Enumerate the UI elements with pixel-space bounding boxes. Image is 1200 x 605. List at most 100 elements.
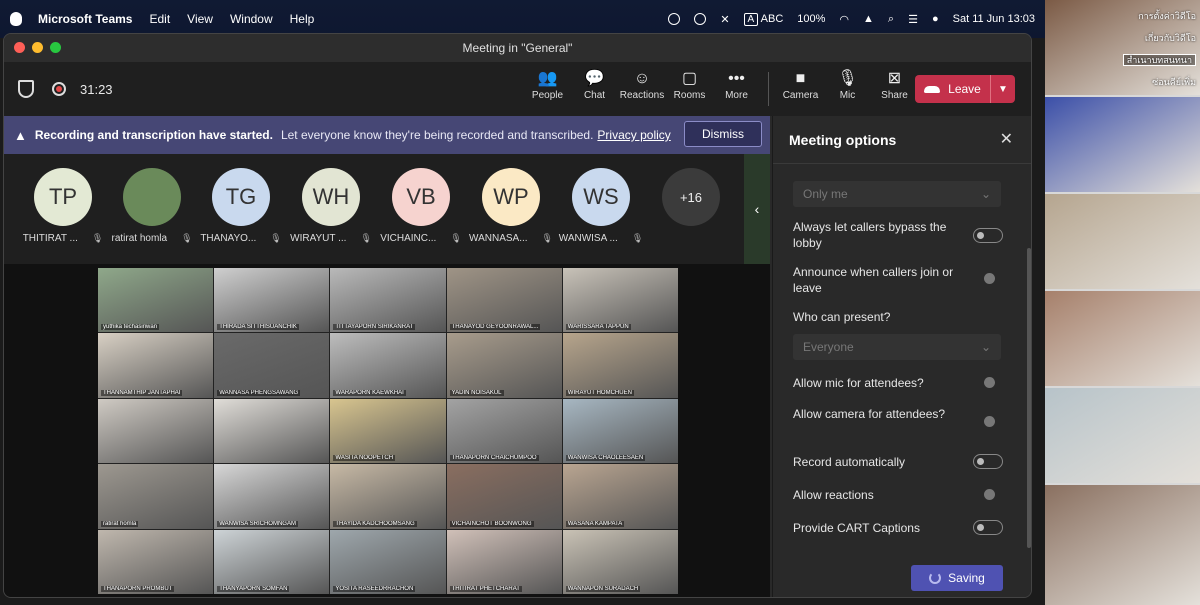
- battery-status[interactable]: 100%: [797, 13, 825, 25]
- participant-name: THITIRAT ... 🎙: [23, 233, 104, 244]
- zoom-window-button[interactable]: [50, 42, 61, 53]
- chat-button[interactable]: 💬 Chat: [571, 68, 618, 106]
- menu-window[interactable]: Window: [230, 12, 273, 26]
- control-center-icon[interactable]: ☰: [908, 13, 918, 26]
- participant-avatar[interactable]: WH WIRAYUT ... 🎙: [290, 168, 372, 244]
- chevron-down-icon: ⌄: [980, 340, 991, 354]
- side-video-tile: [1045, 388, 1200, 483]
- privacy-policy-link[interactable]: Privacy policy: [597, 128, 670, 142]
- participant-avatar[interactable]: WP WANNASA... 🎙: [469, 168, 553, 244]
- cart-captions-toggle[interactable]: [973, 520, 1003, 535]
- meeting-timer: 31:23: [80, 81, 113, 97]
- video-tile: THANAYOD GEYOONRAWAL...: [446, 268, 562, 333]
- participant-name-label: VICHAINC...: [380, 233, 437, 244]
- window-controls: [14, 42, 61, 53]
- participant-avatar[interactable]: VB VICHAINC... 🎙: [380, 168, 462, 244]
- participant-avatar[interactable]: TG THANAYO... 🎙: [200, 168, 282, 244]
- apple-icon[interactable]: [10, 12, 22, 26]
- participant-name: VICHAINC... 🎙: [380, 233, 462, 244]
- minimize-window-button[interactable]: [32, 42, 43, 53]
- participant-name-label: WANWISA ...: [558, 233, 618, 244]
- window-titlebar: Meeting in "General": [4, 34, 1031, 62]
- reactions-icon: ☺: [633, 70, 651, 87]
- menu-app-name[interactable]: Microsoft Teams: [38, 12, 132, 26]
- participant-name: THANAYO... 🎙: [200, 233, 281, 244]
- menu-about-video[interactable]: เกี่ยวกับวิดีโอ: [1101, 28, 1196, 50]
- bypass-lobby-toggle[interactable]: [973, 228, 1003, 243]
- option-who-can-present: Who can present?: [793, 310, 891, 324]
- video-tile: WANWISA CHAOLEESAEN: [562, 398, 678, 464]
- camera-button[interactable]: ■ Camera: [777, 68, 824, 106]
- mic-off-icon: 🎙: [541, 233, 553, 243]
- panel-scrollbar[interactable]: [1027, 248, 1031, 548]
- dismiss-button[interactable]: Dismiss: [684, 121, 762, 147]
- record-automatically-toggle[interactable]: [973, 454, 1003, 469]
- allow-reactions-toggle[interactable]: [984, 489, 995, 500]
- saving-button[interactable]: Saving: [911, 565, 1003, 591]
- option-allow-camera: Allow camera for attendees?: [793, 406, 1003, 427]
- lobby-select[interactable]: Only me ⌄: [793, 181, 1001, 207]
- mic-off-icon: 🎙: [360, 233, 372, 243]
- camera-icon: ■: [795, 70, 806, 87]
- shield-icon[interactable]: [18, 80, 34, 98]
- chevron-left-icon[interactable]: ‹: [744, 154, 770, 264]
- menu-hide-keys[interactable]: ซ่อนคีย์เพิ่ม: [1101, 72, 1196, 94]
- video-tile-name: THAYIDA KADCHOOMSANG: [333, 520, 417, 527]
- menu-edit[interactable]: Edit: [149, 12, 170, 26]
- people-button[interactable]: 👥 People: [524, 68, 571, 106]
- share-button[interactable]: ⊠ Share: [871, 68, 918, 106]
- mic-off-icon: 🎙: [181, 233, 193, 243]
- clock[interactable]: Sat 11 Jun 13:03: [953, 13, 1035, 25]
- video-tile: [214, 398, 330, 464]
- menu-help[interactable]: Help: [290, 12, 315, 26]
- input-source[interactable]: A ABC: [743, 12, 783, 26]
- siri-icon[interactable]: ●: [932, 13, 939, 25]
- more-participants-button[interactable]: +16: [651, 168, 731, 226]
- leave-options-chevron-icon[interactable]: ▼: [991, 84, 1015, 95]
- more-button[interactable]: ••• More: [713, 68, 760, 106]
- video-tile-name: WANWISA CHAOLEESAEN: [565, 455, 646, 462]
- rooms-button[interactable]: ▢ Rooms: [666, 68, 713, 106]
- close-window-button[interactable]: [14, 42, 25, 53]
- video-tile-name: WARAPORN KAEWKHAI: [333, 389, 406, 396]
- video-tile: WIRAYUT HOMCHUEN: [562, 333, 678, 398]
- menu-view[interactable]: View: [187, 12, 213, 26]
- bluetooth-off-icon[interactable]: ✕: [720, 13, 729, 26]
- menu-video-settings[interactable]: การตั้งค่าวิดีโอ: [1101, 6, 1196, 28]
- wifi-icon[interactable]: ◠: [839, 13, 849, 26]
- option-record-automatically: Record automatically: [793, 454, 1003, 470]
- close-icon[interactable]: ✕: [1000, 129, 1013, 149]
- participant-avatar[interactable]: WS WANWISA ... 🎙: [558, 168, 643, 244]
- mic-icon: 🎙: [837, 70, 858, 87]
- mic-button[interactable]: 🎙 Mic: [824, 68, 871, 106]
- participant-avatar[interactable]: ratirat homla 🎙: [112, 168, 193, 244]
- participant-avatar[interactable]: TP THITIRAT ... 🎙: [23, 168, 103, 244]
- play-icon[interactable]: [694, 13, 707, 25]
- video-tile: THAYIDA KADCHOOMSANG: [330, 464, 446, 529]
- video-tile: TITTAYAPORN SIRIKANRAT: [330, 268, 446, 333]
- participant-name: ratirat homla 🎙: [112, 233, 193, 244]
- announce-callers-toggle[interactable]: [984, 273, 995, 284]
- presenter-select[interactable]: Everyone ⌄: [793, 334, 1001, 360]
- allow-mic-toggle[interactable]: [984, 377, 995, 388]
- video-tile: WANNAPON SURADACH: [562, 529, 678, 594]
- video-tile: WANWISA SRICHOMNGAM: [214, 464, 330, 529]
- video-tile: THANYAPORN SOMFAN: [214, 529, 330, 594]
- spotlight-icon[interactable]: ⌕: [888, 13, 894, 26]
- video-tile: THIRADA SITTHISUANCHIK: [214, 268, 330, 333]
- phone-hangup-icon: [924, 85, 941, 93]
- side-video-tile: [1045, 97, 1200, 192]
- leave-button[interactable]: Leave: [915, 75, 991, 103]
- menu-copy-transcript[interactable]: สำเนาบทสนทนา: [1101, 50, 1196, 72]
- chat-icon: 💬: [584, 70, 605, 87]
- video-tile-name: YOSITA RASEEDRRACHON: [333, 586, 416, 592]
- pause-icon[interactable]: [668, 13, 681, 25]
- video-tile-name: YADIN NOISAKUL: [449, 389, 504, 396]
- video-tile: YADIN NOISAKUL: [446, 333, 562, 398]
- allow-camera-toggle[interactable]: [984, 416, 995, 427]
- airplay-icon[interactable]: ▲: [863, 13, 874, 25]
- video-tile: THANAPORN PROMBUT: [98, 529, 214, 594]
- video-context-menu: การตั้งค่าวิดีโอ เกี่ยวกับวิดีโอ สำเนาบท…: [1101, 6, 1196, 94]
- avatar: TP: [34, 168, 92, 226]
- reactions-button[interactable]: ☺ Reactions: [618, 68, 666, 106]
